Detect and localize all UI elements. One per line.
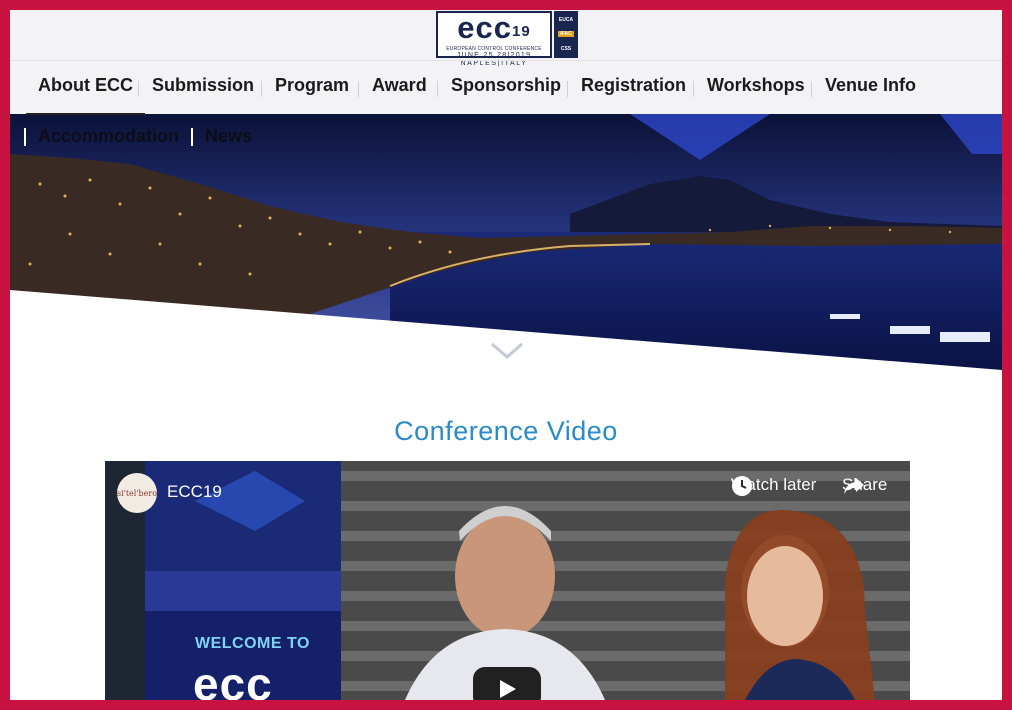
watch-later-button[interactable]: Watch later [731,475,816,496]
subnav-divider [191,127,194,146]
video-title[interactable]: ECC19 [167,482,222,502]
subnav-divider [24,127,26,146]
sub-nav: Accommodation News [24,126,264,147]
share-button[interactable]: Share [842,475,887,495]
clock-icon [732,476,752,496]
hero-banner: Accommodation News [10,114,1002,370]
site-header: ecc19 EUROPEAN CONTROL CONFERENCE JUNE 2… [10,10,1002,115]
sponsor-css: CSS [560,45,572,52]
chevron-down-icon[interactable] [490,340,524,362]
logo-date: JUNE 25 28|2019 [456,52,532,59]
nav-award[interactable]: Award [372,75,427,99]
nav-registration[interactable]: Registration [581,75,686,99]
sponsor-logos: EUCA IFAC CSS [554,11,578,58]
logo-mark: ecc19 [457,10,531,45]
subnav-news[interactable]: News [205,126,252,147]
nav-separator [693,81,694,97]
channel-avatar[interactable]: si'tel'bero [117,473,157,513]
ecc19-logo[interactable]: ecc19 EUROPEAN CONTROL CONFERENCE JUNE 2… [436,10,552,67]
video-player[interactable]: si'tel'bero ECC19 WELCOME TO ecc Watch l… [105,461,910,700]
banner-ecc-logo: ecc [193,658,273,700]
nav-sponsorship[interactable]: Sponsorship [451,75,561,99]
nav-workshops[interactable]: Workshops [707,75,805,99]
nav-program[interactable]: Program [275,75,349,99]
section-title: Conference Video [394,416,618,446]
subnav-accommodation[interactable]: Accommodation [38,126,179,147]
nav-separator [358,81,359,97]
nav-separator [811,81,812,97]
main-nav: About ECC Submission Program Award Spons… [10,60,1002,115]
naples-night-photo [10,114,1002,370]
play-icon[interactable] [473,667,541,700]
nav-submission[interactable]: Submission [152,75,254,99]
nav-venue-info[interactable]: Venue Info [825,75,916,99]
nav-separator [138,81,139,97]
nav-separator [567,81,568,97]
sponsor-euca: EUCA [558,17,574,24]
banner-welcome-text: WELCOME TO [195,635,310,652]
nav-about-ecc[interactable]: About ECC [26,75,145,115]
page-frame: ecc19 EUROPEAN CONTROL CONFERENCE JUNE 2… [10,10,1002,700]
share-icon [844,478,864,494]
nav-separator [261,81,262,97]
sponsor-ifac: IFAC [558,31,574,38]
nav-separator [437,81,438,97]
